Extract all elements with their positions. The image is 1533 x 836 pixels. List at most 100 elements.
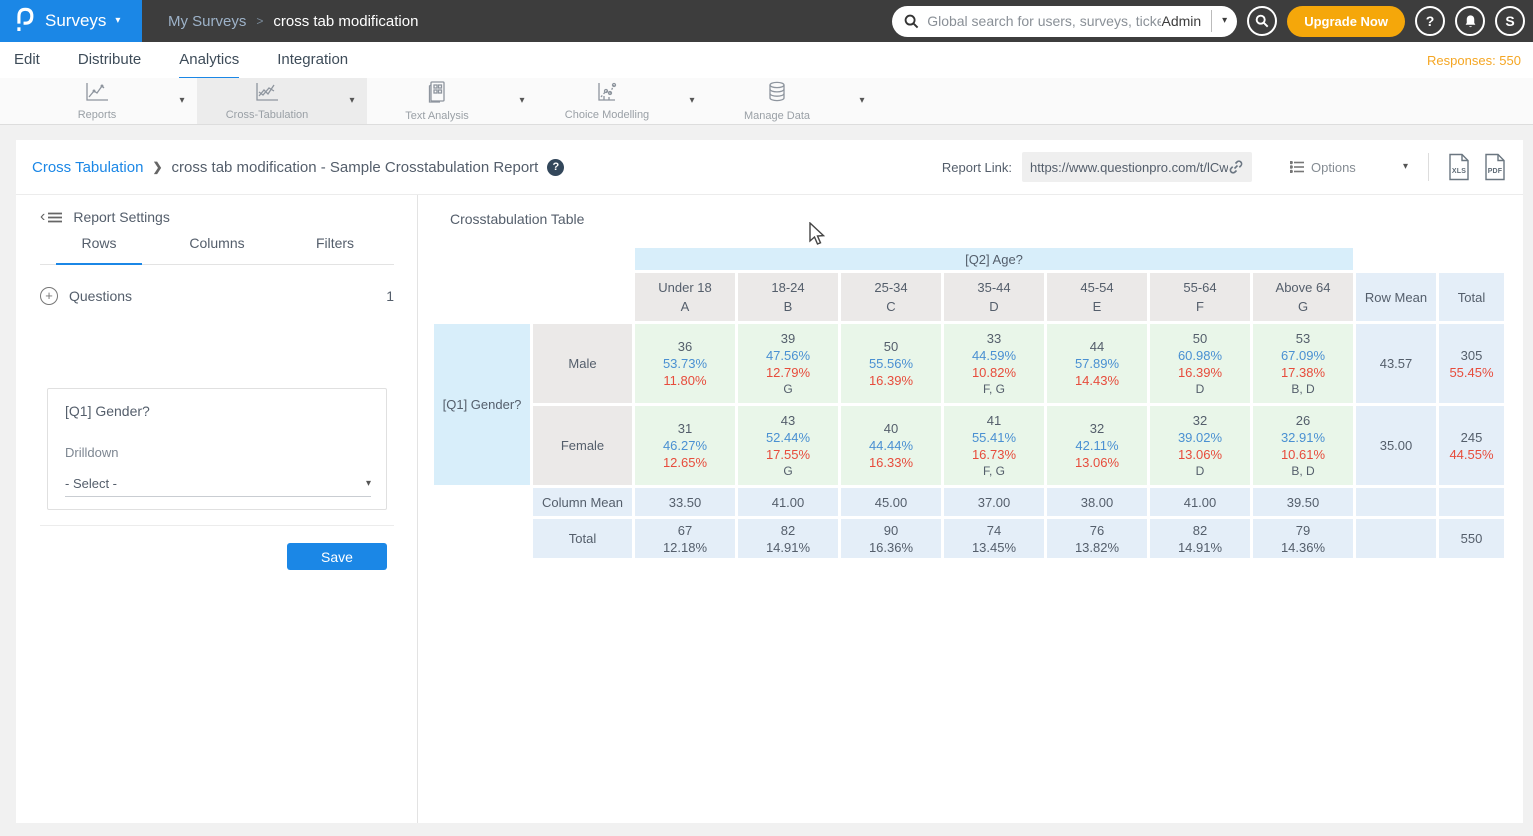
toolbar-choice-modelling-caret-icon[interactable]: ▾ bbox=[677, 78, 707, 124]
product-switcher[interactable]: Surveys ▾ bbox=[0, 0, 142, 42]
nav-analytics[interactable]: Analytics bbox=[179, 51, 239, 79]
crosstab-cell: 5367.09%17.38%B, D bbox=[1253, 324, 1353, 403]
toolbar-manage-data-caret-icon[interactable]: ▾ bbox=[847, 78, 877, 124]
upgrade-now-button[interactable]: Upgrade Now bbox=[1287, 6, 1405, 37]
nav-integration[interactable]: Integration bbox=[277, 51, 348, 79]
search-icon bbox=[904, 14, 919, 29]
avatar[interactable]: S bbox=[1495, 6, 1525, 36]
spacer-cell bbox=[434, 273, 530, 321]
toolbar-label: Manage Data bbox=[744, 110, 810, 122]
report-title: cross tab modification - Sample Crosstab… bbox=[172, 159, 539, 176]
tab-rows[interactable]: Rows bbox=[40, 235, 158, 264]
crosstab-cell: 3242.11%13.06% bbox=[1047, 406, 1147, 485]
crosstab-table: [Q2] Age?Under 18A18-24B25-34C35-44D45-5… bbox=[431, 245, 1507, 561]
crosstab-cell: 3947.56%12.79%G bbox=[738, 324, 838, 403]
nav-distribute[interactable]: Distribute bbox=[78, 51, 141, 79]
pdf-label: PDF bbox=[1488, 168, 1503, 175]
column-mean-cell: 37.00 bbox=[944, 488, 1044, 516]
current-survey-name: cross tab modification bbox=[273, 13, 418, 30]
questionpro-logo-icon bbox=[12, 6, 36, 37]
toolbar-label: Text Analysis bbox=[405, 110, 469, 122]
toolbar-choice-modelling[interactable]: Choice Modelling bbox=[537, 78, 677, 124]
toolbar-reports[interactable]: Reports bbox=[27, 78, 167, 124]
spacer-cell bbox=[1439, 248, 1504, 270]
search-button[interactable] bbox=[1247, 6, 1277, 36]
report-help-icon[interactable]: ? bbox=[547, 159, 564, 176]
age-column-header: 55-64F bbox=[1150, 273, 1250, 321]
main-panel: Cross Tabulation ❯ cross tab modificatio… bbox=[16, 140, 1523, 823]
crosstab-body: [Q2] Age?Under 18A18-24B25-34C35-44D45-5… bbox=[434, 248, 1504, 558]
options-list-icon bbox=[1290, 161, 1304, 173]
spacer-cell bbox=[1356, 248, 1436, 270]
report-url-input[interactable] bbox=[1030, 160, 1228, 175]
column-group-header: [Q2] Age? bbox=[635, 248, 1353, 270]
crosstab-cell: 3239.02%13.06%D bbox=[1150, 406, 1250, 485]
search-input[interactable] bbox=[927, 13, 1161, 29]
xls-label: XLS bbox=[1452, 168, 1466, 175]
toolbar-reports-caret-icon[interactable]: ▾ bbox=[167, 78, 197, 124]
row-total-cell: 30555.45% bbox=[1439, 324, 1504, 403]
crosstab-cell: 4155.41%16.73%F, G bbox=[944, 406, 1044, 485]
toolbar-label: Reports bbox=[78, 109, 117, 121]
responses-count: Responses: 550 bbox=[1427, 53, 1521, 68]
spacer-cell bbox=[434, 519, 530, 558]
empty-blue-cell bbox=[1356, 488, 1436, 516]
drilldown-label: Drilldown bbox=[65, 445, 118, 460]
age-column-header: 35-44D bbox=[944, 273, 1044, 321]
my-surveys-link[interactable]: My Surveys bbox=[168, 13, 246, 30]
question-title: [Q1] Gender? bbox=[65, 403, 150, 419]
toolbar-group-text-analysis: Text Analysis ▾ bbox=[367, 78, 537, 124]
export-pdf-button[interactable]: PDF bbox=[1483, 153, 1507, 181]
breadcrumb-sep: > bbox=[256, 14, 263, 28]
crosstab-cell: 4352.44%17.55%G bbox=[738, 406, 838, 485]
toolbar-manage-data[interactable]: Manage Data bbox=[707, 78, 847, 124]
link-icon[interactable] bbox=[1228, 159, 1244, 175]
toolbar-cross-tabulation-caret-icon[interactable]: ▾ bbox=[337, 78, 367, 124]
toolbar-text-analysis[interactable]: Text Analysis bbox=[367, 78, 507, 124]
age-column-header: 45-54E bbox=[1047, 273, 1147, 321]
add-question-icon[interactable]: + bbox=[40, 287, 58, 305]
crosstab-cell: 3344.59%10.82%F, G bbox=[944, 324, 1044, 403]
column-mean-cell: 41.00 bbox=[738, 488, 838, 516]
options-dropdown[interactable]: Options ▾ bbox=[1290, 160, 1408, 175]
settings-panel-title: Report Settings bbox=[73, 209, 170, 225]
save-button[interactable]: Save bbox=[287, 543, 387, 570]
grand-total-cell: 550 bbox=[1439, 519, 1504, 558]
notifications-button[interactable] bbox=[1455, 6, 1485, 36]
nav-edit[interactable]: Edit bbox=[14, 51, 40, 79]
tab-filters[interactable]: Filters bbox=[276, 235, 394, 264]
survey-nav: Edit Distribute Analytics Integration Re… bbox=[0, 42, 1533, 78]
toolbar-label: Choice Modelling bbox=[565, 109, 649, 121]
toolbar-text-analysis-caret-icon[interactable]: ▾ bbox=[507, 78, 537, 124]
collapse-panel-icon[interactable]: ‹ bbox=[40, 208, 62, 226]
help-button[interactable]: ? bbox=[1415, 6, 1445, 36]
column-mean-label: Column Mean bbox=[533, 488, 632, 516]
top-bar: Surveys ▾ My Surveys > cross tab modific… bbox=[0, 0, 1533, 42]
toolbar-cross-tabulation[interactable]: Cross-Tabulation bbox=[197, 78, 337, 124]
scatter-chart-icon bbox=[595, 82, 619, 107]
report-link-label: Report Link: bbox=[942, 160, 1012, 175]
spacer-cell bbox=[434, 248, 530, 270]
age-column-header: 25-34C bbox=[841, 273, 941, 321]
divider bbox=[1428, 153, 1429, 181]
drilldown-select[interactable]: - Select - ▾ bbox=[65, 471, 371, 497]
column-mean-cell: 39.50 bbox=[1253, 488, 1353, 516]
report-settings-panel: ‹ Report Settings Rows Columns Filters +… bbox=[16, 195, 418, 823]
tab-columns[interactable]: Columns bbox=[158, 235, 276, 264]
column-total-cell: 9016.36% bbox=[841, 519, 941, 558]
export-xls-button[interactable]: XLS bbox=[1447, 153, 1471, 181]
divider bbox=[1211, 10, 1212, 32]
search-scope-caret-icon[interactable]: ▾ bbox=[1222, 16, 1227, 26]
settings-tabs: Rows Columns Filters bbox=[40, 235, 394, 265]
questions-count: 1 bbox=[386, 288, 394, 304]
product-caret-icon: ▾ bbox=[115, 16, 120, 26]
admin-scope-label[interactable]: Admin bbox=[1161, 13, 1201, 29]
row-mean-cell: 43.57 bbox=[1356, 324, 1436, 403]
row-label: Female bbox=[533, 406, 632, 485]
toolbar-group-manage-data: Manage Data ▾ bbox=[707, 78, 877, 124]
column-total-cell: 8214.91% bbox=[1150, 519, 1250, 558]
divider bbox=[40, 525, 394, 526]
questions-label: Questions bbox=[69, 288, 132, 304]
cross-tabulation-link[interactable]: Cross Tabulation bbox=[32, 159, 143, 176]
crosstab-cell: 2632.91%10.61%B, D bbox=[1253, 406, 1353, 485]
